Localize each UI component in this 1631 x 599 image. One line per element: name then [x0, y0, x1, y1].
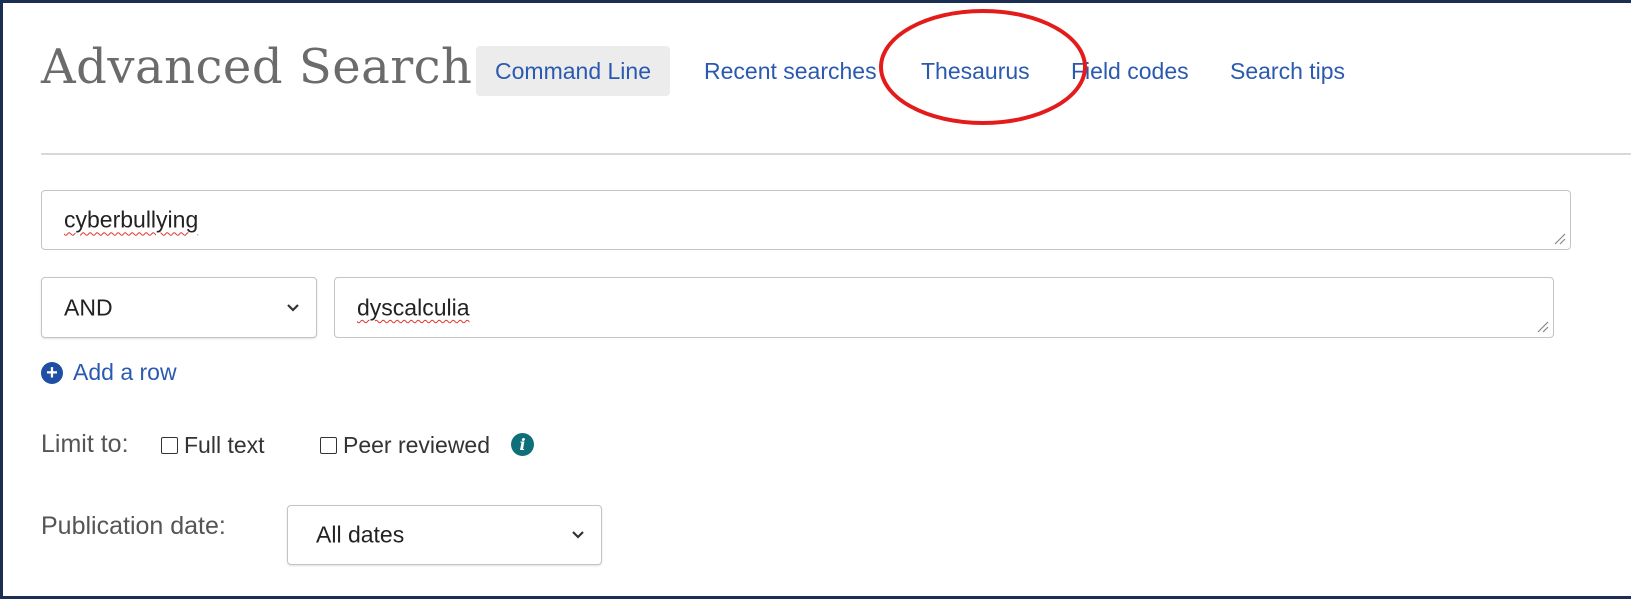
advanced-search-panel: Advanced Search Command Line Recent sear… — [0, 0, 1631, 599]
publication-date-value: All dates — [316, 521, 405, 548]
boolean-operator-value: AND — [64, 294, 113, 320]
peer-reviewed-checkbox-box[interactable] — [320, 437, 337, 454]
peer-reviewed-label: Peer reviewed — [343, 432, 491, 458]
link-thesaurus[interactable]: Thesaurus — [921, 58, 1030, 85]
chevron-down-icon — [572, 531, 584, 539]
search-input-row-2-value: dyscalculia — [357, 294, 470, 320]
header-divider — [41, 153, 1631, 155]
chevron-down-icon — [287, 303, 299, 312]
peer-reviewed-checkbox[interactable]: Peer reviewed — [320, 432, 490, 459]
resize-grip-icon[interactable] — [1535, 319, 1549, 333]
search-input-row-1[interactable]: cyberbullying — [41, 190, 1571, 250]
link-search-tips[interactable]: Search tips — [1230, 58, 1345, 85]
link-field-codes[interactable]: Field codes — [1071, 58, 1189, 85]
tab-command-line[interactable]: Command Line — [476, 46, 670, 96]
full-text-checkbox[interactable]: Full text — [161, 432, 265, 459]
limit-to-label: Limit to: — [41, 430, 129, 458]
add-row-button[interactable]: + Add a row — [41, 359, 177, 386]
page-title: Advanced Search — [41, 39, 473, 95]
search-input-row-1-value: cyberbullying — [64, 206, 199, 233]
publication-date-label: Publication date: — [41, 512, 226, 540]
publication-date-select[interactable]: All dates — [287, 505, 602, 565]
resize-grip-icon[interactable] — [1552, 231, 1566, 245]
add-row-label: Add a row — [73, 359, 177, 385]
boolean-operator-select[interactable]: AND — [41, 277, 317, 338]
link-recent-searches[interactable]: Recent searches — [704, 58, 877, 85]
plus-circle-icon: + — [41, 361, 63, 384]
tab-command-line-label: Command Line — [495, 57, 651, 84]
info-icon[interactable]: i — [511, 433, 534, 456]
search-input-row-2[interactable]: dyscalculia — [334, 277, 1554, 338]
full-text-label: Full text — [184, 432, 265, 458]
full-text-checkbox-box[interactable] — [161, 437, 178, 454]
